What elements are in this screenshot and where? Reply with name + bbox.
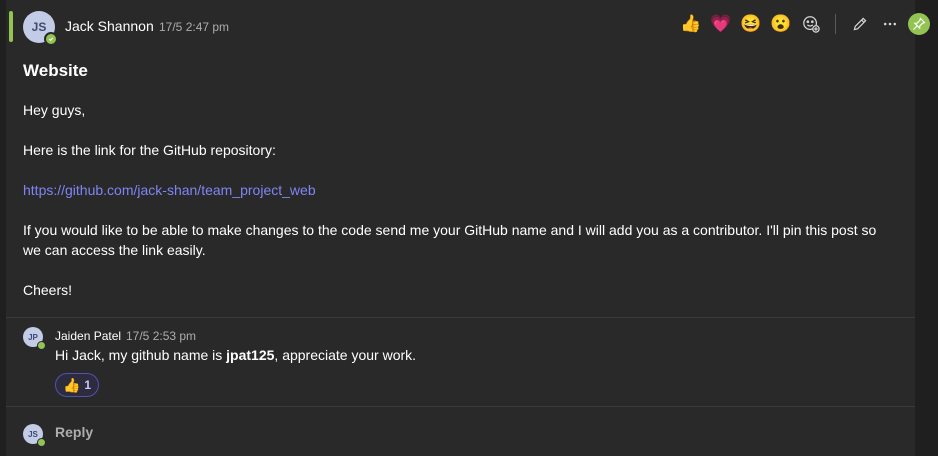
github-link[interactable]: https://github.com/jack-shan/team_projec…	[23, 180, 893, 200]
message-paragraph: If you would like to be able to make cha…	[23, 220, 893, 260]
message-card: JS Jack Shannon 17/5 2:47 pm 👍 💗 😆 😮 Web…	[6, 0, 930, 456]
current-user-initials: JS	[28, 429, 38, 439]
reply-box-divider	[6, 406, 915, 407]
toolbar-separator	[835, 14, 836, 34]
reaction-count: 1	[84, 378, 92, 392]
current-user-avatar: JS	[23, 424, 46, 447]
reply-timestamp: 17/5 2:53 pm	[126, 329, 197, 343]
unread-accent-bar	[9, 11, 13, 42]
message-subject: Website	[23, 61, 88, 80]
message-greeting: Hey guys,	[23, 102, 86, 118]
reply-divider	[6, 317, 915, 318]
presence-available-icon	[37, 438, 46, 447]
reply-text-bold: jpat125	[226, 347, 275, 363]
reply-text-after: , appreciate your work.	[274, 347, 417, 363]
message-paragraph-line1: If you would like to be able to make cha…	[23, 222, 877, 238]
edit-pencil-icon[interactable]	[848, 12, 872, 36]
message-intro: Here is the link for the GitHub reposito…	[23, 142, 276, 158]
laugh-reaction-button[interactable]: 😆	[739, 12, 763, 36]
message-timestamp: 17/5 2:47 pm	[159, 20, 230, 34]
message-signoff: Cheers!	[23, 282, 73, 298]
reply-text-before: Hi Jack, my github name is	[55, 347, 227, 363]
message-author[interactable]: Jack Shannon	[65, 18, 154, 34]
reply-reaction-chip[interactable]: 👍 1	[55, 373, 99, 397]
avatar-initials: JS	[31, 20, 47, 34]
add-reaction-icon[interactable]	[799, 12, 823, 36]
heart-reaction-button[interactable]: 💗	[709, 12, 733, 36]
more-options-icon[interactable]	[878, 12, 902, 36]
like-icon: 👍	[62, 376, 81, 393]
pinned-icon[interactable]	[908, 13, 930, 35]
reply-text: Hi Jack, my github name is jpat125, appr…	[55, 347, 416, 363]
reply-avatar[interactable]: JP	[23, 327, 46, 350]
reply-author[interactable]: Jaiden Patel	[55, 329, 121, 343]
reply-button[interactable]: Reply	[55, 424, 93, 440]
presence-available-icon	[37, 341, 46, 350]
message-hover-toolbar: 👍 💗 😆 😮	[679, 10, 930, 38]
message-paragraph-line2: we can access the link easily.	[23, 242, 206, 258]
avatar[interactable]: JS	[23, 11, 58, 46]
presence-available-icon	[44, 32, 58, 46]
surprised-reaction-button[interactable]: 😮	[769, 12, 793, 36]
reply-avatar-initials: JP	[28, 332, 38, 342]
like-reaction-button[interactable]: 👍	[679, 12, 703, 36]
